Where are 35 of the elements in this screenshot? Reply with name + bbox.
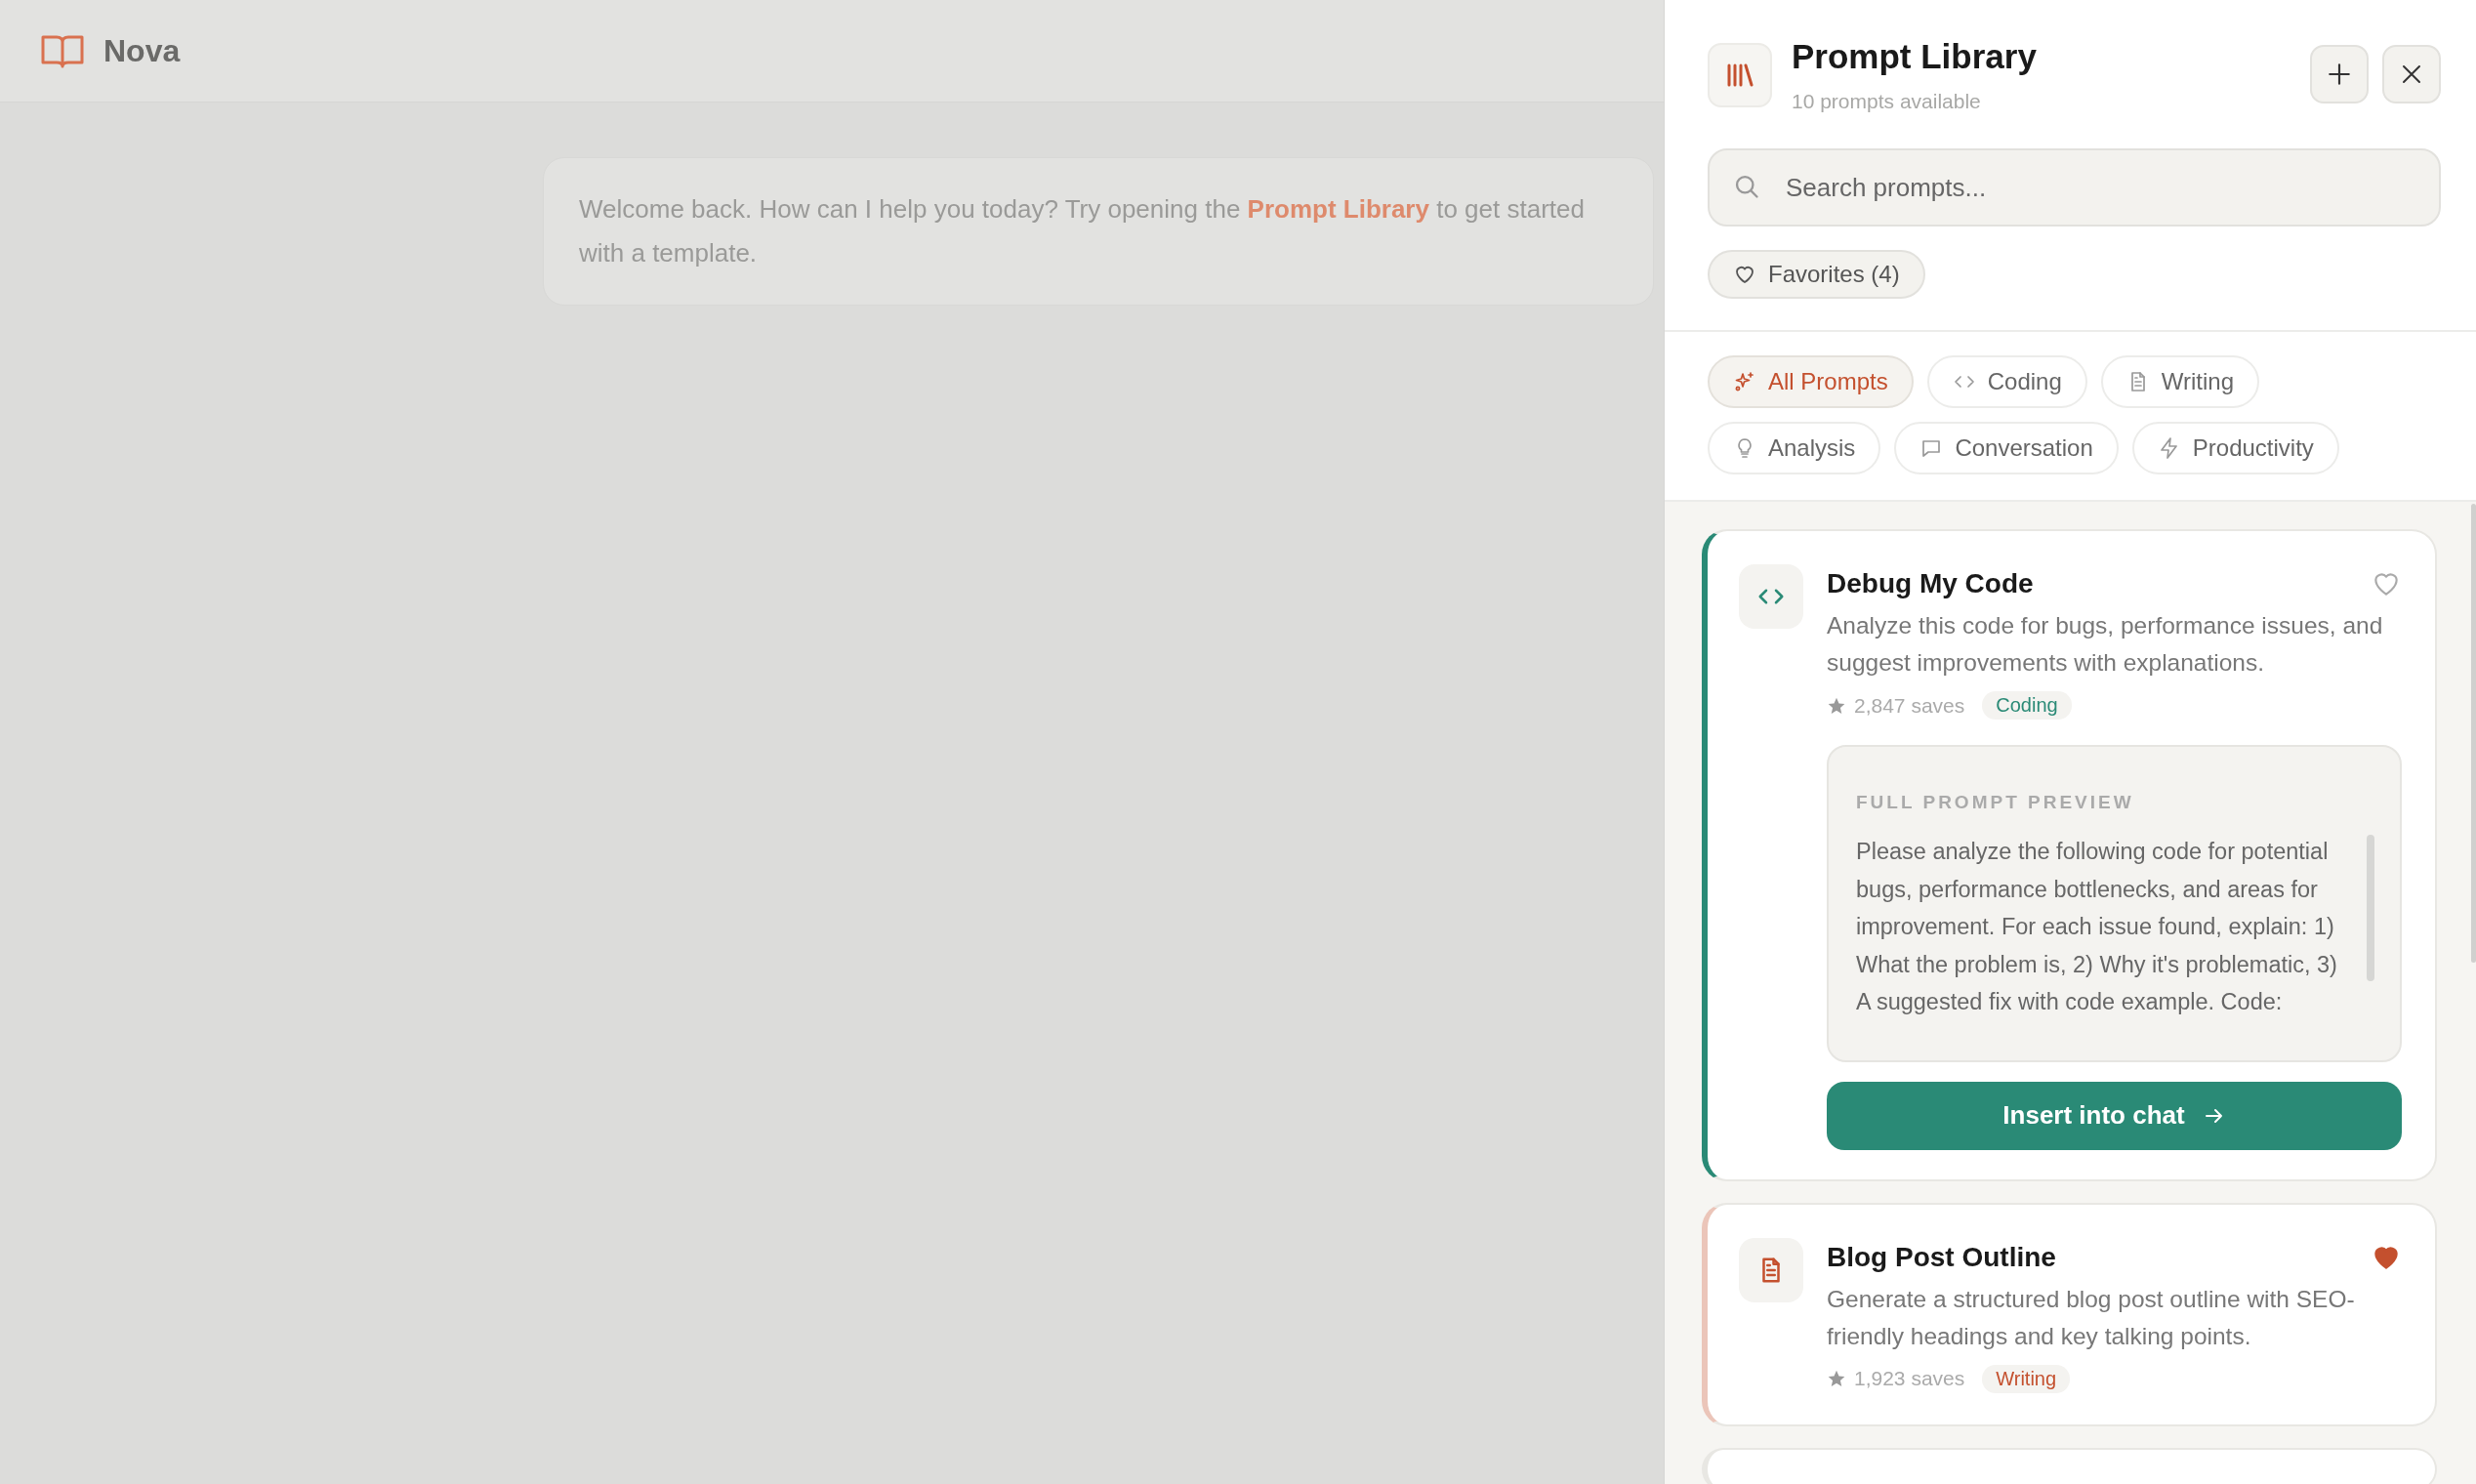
scrollbar[interactable] (2471, 504, 2476, 963)
category-tab[interactable]: All Prompts (1708, 355, 1914, 408)
category-tab[interactable]: Analysis (1708, 422, 1881, 474)
close-button[interactable] (2382, 45, 2441, 103)
prompt-title: Debug My Code (1827, 568, 2034, 599)
category-tag: Writing (1982, 1364, 2071, 1393)
add-button[interactable] (2310, 45, 2369, 103)
plus-icon (2327, 62, 2352, 87)
save-count: 2,847 saves (1854, 693, 1965, 718)
save-count: 1,923 saves (1854, 1367, 1965, 1390)
library-icon (1708, 43, 1772, 107)
sparkle-icon (1733, 370, 1756, 393)
prompt-description: Analyze this code for bugs, performance issues, and suggest improvements with explanations. (1827, 611, 2384, 678)
prompt-card[interactable]: Blog Post Outline Generate a structured blog post outline with SEO-friendly headings and key talking points. 1,923 saves Writing (1702, 1202, 2437, 1426)
search-icon (1733, 173, 1760, 200)
panel-title: Prompt Library (1792, 37, 2038, 76)
close-icon (2400, 62, 2423, 86)
prompt-description: Generate a structured blog post outline with SEO-friendly headings and key talking points. (1827, 1284, 2356, 1351)
insert-button[interactable]: Insert into chat (1827, 1081, 2402, 1150)
category-tab[interactable]: Coding (1926, 355, 2087, 408)
star-icon (1827, 1369, 1846, 1388)
prompt-card[interactable] (1702, 529, 2437, 1181)
preview-label: FULL PROMPT PREVIEW (1856, 792, 2135, 813)
category-tab[interactable]: Writing (2100, 355, 2259, 408)
scrollbar[interactable] (2367, 835, 2374, 981)
category-tab[interactable]: Productivity (2131, 422, 2339, 474)
category-tag: Coding (1982, 691, 2072, 720)
app-name: Nova (103, 32, 181, 69)
prompt-count: 10 prompts available (1792, 90, 1982, 113)
prompt-title: Blog Post Outline (1827, 1241, 2056, 1273)
message-text: Welcome back. How can I help you today? Try opening the Prompt Library to get started with a template. (579, 193, 1586, 269)
category-tab[interactable]: Conversation (1894, 422, 2119, 474)
search-field[interactable]: Search prompts... (1708, 148, 2441, 227)
favorites-filter[interactable]: Favorites (4) (1708, 250, 1925, 299)
preview-text: Please analyze the following code for potential bugs, performance bottlenecks, and areas for improvement. For each issue found, explain: 1) What the problem is, 2) Why it's problematic, 3) A suggested fix with code example. Code: (1856, 838, 2338, 1016)
